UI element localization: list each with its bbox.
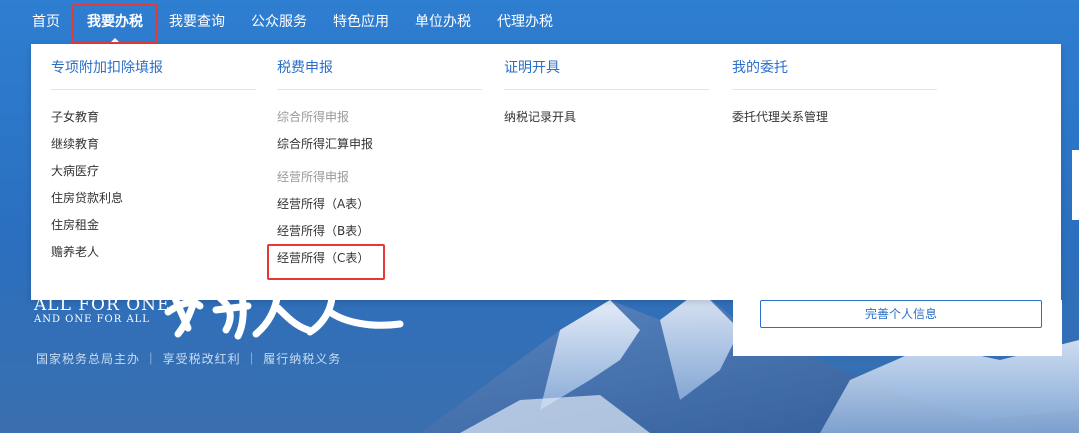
nav-public-service[interactable]: 公众服务 [251, 0, 307, 44]
menu-column-special-deductions: 专项附加扣除填报 子女教育 继续教育 大病医疗 住房贷款利息 住房租金 赡养老人 [51, 44, 256, 266]
menu-item-continuing-education[interactable]: 继续教育 [51, 131, 256, 158]
top-nav: 首页 我要办税 我要查询 公众服务 特色应用 单位办税 代理办税 [0, 0, 1079, 44]
menu-item-mortgage-interest[interactable]: 住房贷款利息 [51, 185, 256, 212]
slogan-en-line1: ALL FOR ONE [34, 295, 171, 315]
user-card: 完善个人信息 [733, 300, 1062, 356]
column-title: 税费申报 [277, 44, 482, 90]
nav-query[interactable]: 我要查询 [169, 0, 225, 44]
side-widget-edge [1072, 150, 1079, 220]
menu-item-business-income-a[interactable]: 经营所得（A表） [277, 191, 482, 218]
complete-profile-button[interactable]: 完善个人信息 [760, 300, 1042, 328]
menu-group-business-income: 经营所得申报 [277, 170, 350, 184]
menu-group-comprehensive-income: 综合所得申报 [277, 110, 350, 124]
menu-item-business-income-b[interactable]: 经营所得（B表） [277, 218, 482, 245]
nav-employer-tax[interactable]: 单位办税 [415, 0, 471, 44]
menu-item-children-education[interactable]: 子女教育 [51, 104, 256, 131]
slogan-chinese: 国家税务总局主办 ｜ 享受税改红利 ｜ 履行纳税义务 [36, 352, 342, 366]
column-title: 我的委托 [732, 44, 937, 90]
menu-item-elderly-support[interactable]: 赡养老人 [51, 239, 256, 266]
menu-item-annual-reconciliation[interactable]: 综合所得汇算申报 [277, 131, 482, 158]
calligraphy-logo [160, 280, 410, 344]
menu-item-housing-rent[interactable]: 住房租金 [51, 212, 256, 239]
column-title: 专项附加扣除填报 [51, 44, 256, 90]
slogan-english: ALL FOR ONE AND ONE FOR ALL [34, 296, 170, 326]
nav-agent-tax[interactable]: 代理办税 [497, 0, 553, 44]
menu-item-agency-relationship[interactable]: 委托代理关系管理 [732, 104, 937, 131]
menu-column-my-delegation: 我的委托 委托代理关系管理 [732, 44, 937, 131]
mega-menu-dropdown: 专项附加扣除填报 子女教育 继续教育 大病医疗 住房贷款利息 住房租金 赡养老人… [31, 44, 1061, 300]
menu-item-tax-record-certificate[interactable]: 纳税记录开具 [504, 104, 709, 131]
nav-file-tax[interactable]: 我要办税 [87, 0, 143, 44]
column-title: 证明开具 [504, 44, 709, 90]
nav-featured-apps[interactable]: 特色应用 [333, 0, 389, 44]
slogan-en-line2: AND ONE FOR ALL [34, 314, 150, 325]
nav-home[interactable]: 首页 [32, 0, 60, 44]
menu-item-serious-illness[interactable]: 大病医疗 [51, 158, 256, 185]
menu-column-certificates: 证明开具 纳税记录开具 [504, 44, 709, 131]
menu-column-tax-filing: 税费申报 综合所得申报 综合所得汇算申报 经营所得申报 经营所得（A表） 经营所… [277, 44, 482, 272]
menu-item-business-income-c[interactable]: 经营所得（C表） [277, 245, 482, 272]
